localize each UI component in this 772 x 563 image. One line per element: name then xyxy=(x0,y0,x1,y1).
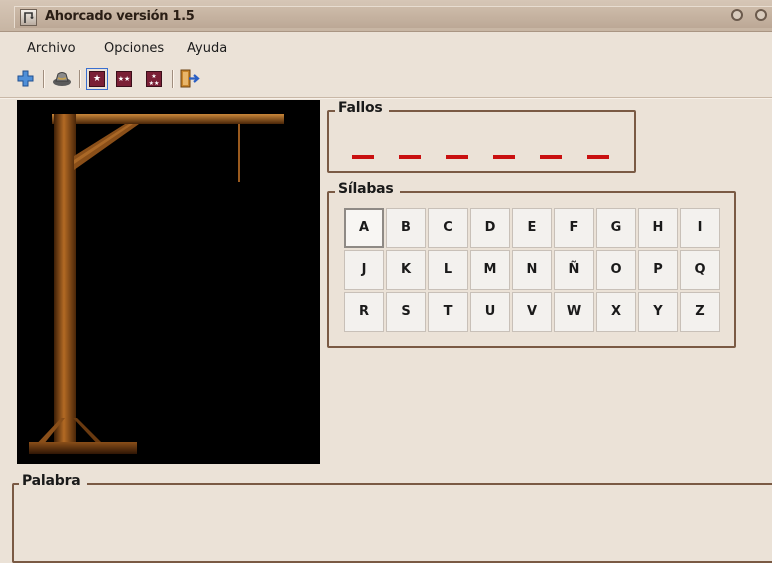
toolbar-separator xyxy=(79,70,81,88)
level-3-stars-icon[interactable]: ★ ★★ xyxy=(146,71,162,87)
letter-button[interactable]: A xyxy=(344,208,384,248)
letter-button[interactable]: K xyxy=(386,250,426,290)
menu-ayuda[interactable]: Ayuda xyxy=(187,41,227,56)
letter-button[interactable]: B xyxy=(386,208,426,248)
letter-button[interactable]: E xyxy=(512,208,552,248)
hat-icon[interactable] xyxy=(52,70,71,89)
toolbar-separator xyxy=(43,70,45,88)
fallo-slot xyxy=(352,155,374,159)
exit-icon[interactable] xyxy=(180,69,200,88)
level-2-stars-icon[interactable]: ★★ xyxy=(116,71,132,87)
level-1-star-icon[interactable]: ★ xyxy=(86,68,108,90)
menu-archivo[interactable]: Archivo xyxy=(27,41,76,56)
letter-button[interactable]: T xyxy=(428,292,468,332)
letter-button[interactable]: I xyxy=(680,208,720,248)
letter-button[interactable]: J xyxy=(344,250,384,290)
letter-button[interactable]: R xyxy=(344,292,384,332)
letter-button[interactable]: G xyxy=(596,208,636,248)
fallos-title: Fallos xyxy=(335,100,389,116)
letter-button[interactable]: P xyxy=(638,250,678,290)
letter-button[interactable]: H xyxy=(638,208,678,248)
letter-button[interactable]: L xyxy=(428,250,468,290)
gallows-drawing xyxy=(29,114,284,454)
silabas-title: Sílabas xyxy=(335,181,400,197)
toolbar-divider xyxy=(0,97,772,99)
fallo-slot xyxy=(493,155,515,159)
fallo-slot xyxy=(399,155,421,159)
minimize-button[interactable] xyxy=(731,9,743,21)
letter-button[interactable]: X xyxy=(596,292,636,332)
fallo-slot xyxy=(540,155,562,159)
fallo-slot xyxy=(587,155,609,159)
letter-button[interactable]: N xyxy=(512,250,552,290)
letter-button[interactable]: Y xyxy=(638,292,678,332)
letter-button[interactable]: Z xyxy=(680,292,720,332)
gallows-canvas xyxy=(17,100,320,464)
menu-bar: Archivo Opciones Ayuda xyxy=(0,31,772,60)
letter-button[interactable]: W xyxy=(554,292,594,332)
fallos-groupbox xyxy=(327,110,636,173)
letter-button[interactable]: M xyxy=(470,250,510,290)
letter-button[interactable]: O xyxy=(596,250,636,290)
letter-button[interactable]: F xyxy=(554,208,594,248)
palabra-groupbox xyxy=(12,483,772,563)
menu-opciones[interactable]: Opciones xyxy=(104,41,164,56)
gallows-mini-icon xyxy=(24,12,34,23)
toolbar-separator xyxy=(172,70,174,88)
letter-button[interactable]: Ñ xyxy=(554,250,594,290)
letter-button[interactable]: D xyxy=(470,208,510,248)
letter-button[interactable]: V xyxy=(512,292,552,332)
window-title: Ahorcado versión 1.5 xyxy=(45,9,195,24)
fallo-slot xyxy=(446,155,468,159)
new-game-icon[interactable] xyxy=(17,70,36,89)
letter-button[interactable]: U xyxy=(470,292,510,332)
app-icon[interactable] xyxy=(20,9,37,26)
palabra-title: Palabra xyxy=(19,473,87,489)
letter-button[interactable]: Q xyxy=(680,250,720,290)
letter-button[interactable]: C xyxy=(428,208,468,248)
maximize-button[interactable] xyxy=(755,9,767,21)
letter-button[interactable]: S xyxy=(386,292,426,332)
